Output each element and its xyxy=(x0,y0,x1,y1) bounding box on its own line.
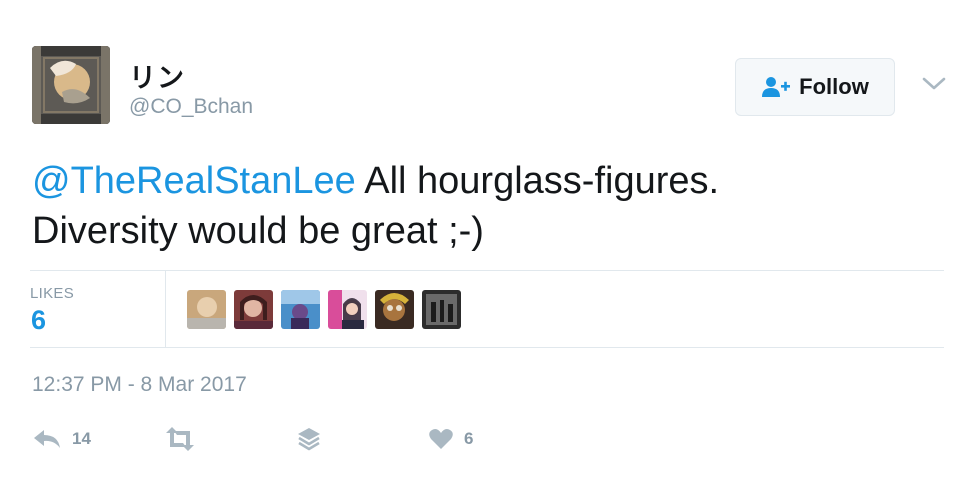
user-handle[interactable]: @CO_Bchan xyxy=(129,95,253,119)
liker-avatar[interactable] xyxy=(281,290,320,329)
likes-label[interactable]: LIKES xyxy=(30,285,74,302)
stats-divider xyxy=(165,271,166,347)
likes-count[interactable]: 6 xyxy=(31,305,46,336)
retweet-icon xyxy=(166,427,194,451)
tweet-timestamp[interactable]: 12:37 PM - 8 Mar 2017 xyxy=(32,373,247,397)
retweet-button[interactable] xyxy=(163,422,197,456)
chevron-down-icon[interactable] xyxy=(920,74,948,94)
liker-avatar[interactable] xyxy=(187,290,226,329)
reply-icon xyxy=(34,430,60,448)
display-name[interactable]: リン xyxy=(129,56,185,95)
like-count: 6 xyxy=(464,429,474,448)
tweet-text-line-2: Diversity would be great ;-) xyxy=(32,210,484,252)
person-plus-icon xyxy=(762,77,791,97)
liker-avatar[interactable] xyxy=(234,290,273,329)
follow-label: Follow xyxy=(799,74,869,99)
likers-avatars xyxy=(187,290,461,329)
liker-avatar[interactable] xyxy=(422,290,461,329)
user-avatar[interactable] xyxy=(32,46,110,124)
layers-button[interactable] xyxy=(296,422,322,456)
liker-avatar[interactable] xyxy=(328,290,367,329)
like-button[interactable]: 6 xyxy=(428,422,473,456)
heart-icon xyxy=(429,429,453,449)
layers-icon xyxy=(298,428,320,451)
tweet-text: @TheRealStanLee All hourglass-figures. D… xyxy=(32,156,932,256)
tweet-card: リン @CO_Bchan Follow @TheRealStanLee All … xyxy=(0,0,980,503)
follow-button[interactable]: Follow xyxy=(735,58,895,116)
reply-count: 14 xyxy=(72,429,91,448)
tweet-text-part: All hourglass-figures. xyxy=(355,160,720,202)
divider xyxy=(30,347,944,348)
tweet-text-line-1: @TheRealStanLee All hourglass-figures. xyxy=(32,156,932,206)
divider xyxy=(30,270,944,271)
reply-button[interactable]: 14 xyxy=(32,422,91,456)
liker-avatar[interactable] xyxy=(375,290,414,329)
mention-link[interactable]: @TheRealStanLee xyxy=(32,160,356,202)
